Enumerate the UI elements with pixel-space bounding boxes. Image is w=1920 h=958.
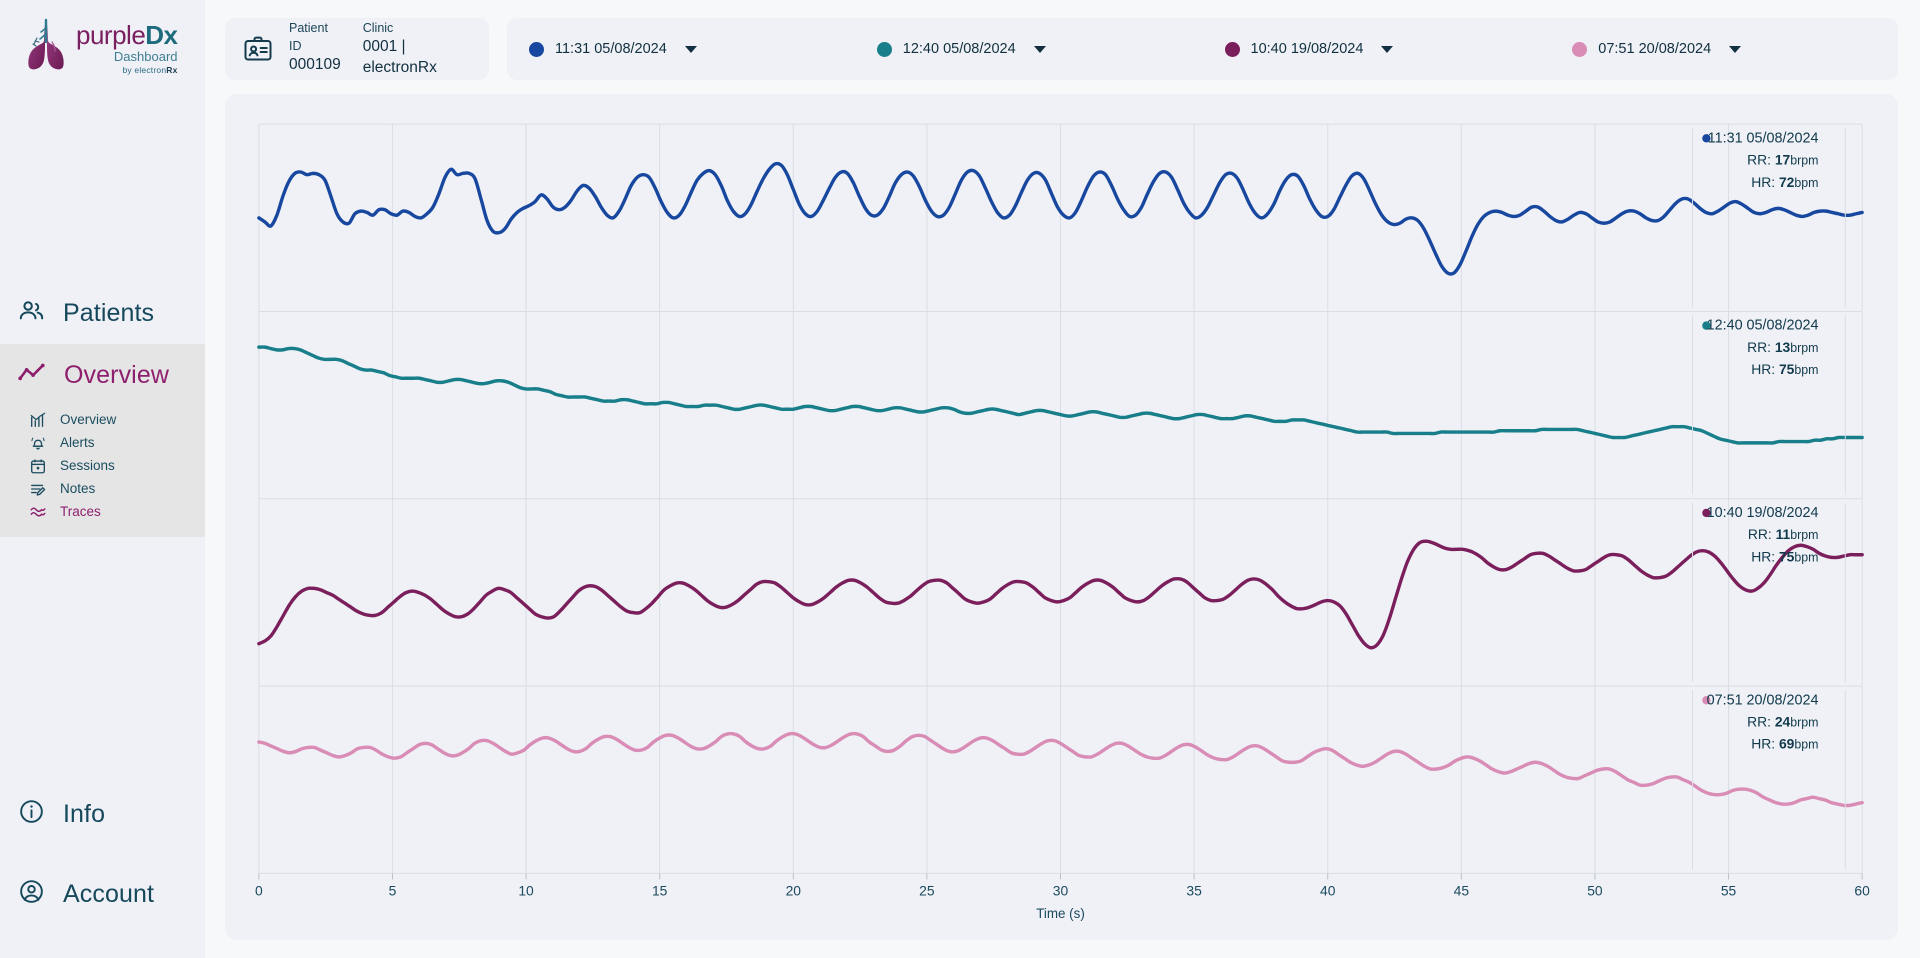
svg-text:15: 15 (652, 883, 668, 899)
people-icon (18, 297, 45, 329)
patient-info-card: Patient ID 000109 Clinic 0001 | electron… (225, 18, 489, 80)
brand-byline-pre: by electron (122, 65, 167, 76)
trend-line-icon (18, 361, 46, 390)
sidebar-subitem-sessions[interactable]: Sessions (0, 454, 205, 477)
traces-chart-panel: 11:31 05/08/2024 RR: 17brpm HR: 72bpm 12:40… (225, 94, 1898, 940)
sidebar-subitem-traces-label: Traces (60, 504, 101, 519)
clinic-label: Clinic (362, 21, 394, 36)
sidebar-item-info-label: Info (63, 799, 106, 828)
svg-text:07:51 20/08/2024: 07:51 20/08/2024 (1707, 692, 1819, 708)
brand-name-secondary: Dx (145, 20, 178, 50)
svg-text:0: 0 (255, 883, 263, 899)
sidebar-subnav: Overview Alerts Sessions Notes Traces (0, 406, 205, 537)
patient-id-field: Patient ID 000109 (289, 19, 341, 79)
bell-icon (28, 433, 47, 452)
session-selector-4-label: 07:51 20/08/2024 (1598, 41, 1712, 57)
sidebar-subitem-sessions-label: Sessions (60, 458, 115, 473)
brand-subtitle: Dashboard (113, 49, 178, 64)
patient-id-value: 000109 (289, 56, 341, 74)
session-selector-3-label: 10:40 19/08/2024 (1250, 41, 1364, 57)
notes-pencil-icon (28, 479, 47, 498)
svg-text:12:40 05/08/2024: 12:40 05/08/2024 (1707, 318, 1819, 334)
chevron-down-icon[interactable] (684, 45, 697, 53)
svg-text:RR: 17brpm: RR: 17brpm (1747, 151, 1818, 167)
id-badge-icon (243, 34, 273, 64)
sidebar-subitem-traces[interactable]: Traces (0, 500, 205, 523)
brand-name: purpleDx (76, 22, 178, 48)
svg-text:RR: 24brpm: RR: 24brpm (1747, 713, 1818, 729)
sidebar-item-account[interactable]: Account (0, 854, 205, 934)
sidebar-item-patients[interactable]: Patients (0, 282, 205, 344)
svg-text:60: 60 (1854, 883, 1870, 899)
sidebar-item-overview-label: Overview (64, 360, 169, 389)
svg-text:RR: 11brpm: RR: 11brpm (1748, 526, 1819, 542)
lungs-icon (22, 18, 70, 70)
sidebar-bottom-nav: Info Account (0, 774, 205, 958)
session-color-dot-1 (529, 41, 544, 57)
svg-text:40: 40 (1320, 883, 1336, 899)
svg-text:35: 35 (1186, 883, 1202, 899)
sidebar-group-patients: Patients (0, 282, 205, 344)
svg-text:HR: 75bpm: HR: 75bpm (1751, 361, 1818, 377)
brand-name-primary: purple (76, 20, 146, 50)
sidebar-subitem-alerts[interactable]: Alerts (0, 431, 205, 454)
sidebar: purpleDx Dashboard by electronRx Patient… (0, 0, 205, 958)
clinic-value: 0001 | electronRx (362, 38, 437, 77)
svg-text:HR: 69bpm: HR: 69bpm (1751, 736, 1818, 752)
calendar-icon (28, 456, 47, 475)
svg-text:10:40 19/08/2024: 10:40 19/08/2024 (1707, 505, 1819, 521)
sidebar-item-account-label: Account (63, 879, 155, 908)
traces-chart[interactable]: 11:31 05/08/2024 RR: 17brpm HR: 72bpm 12:40… (241, 106, 1882, 934)
session-selector-2-label: 12:40 05/08/2024 (902, 41, 1016, 57)
app-root: purpleDx Dashboard by electronRx Patient… (0, 0, 1920, 958)
session-color-dot-2 (876, 41, 892, 57)
svg-text:20: 20 (786, 883, 802, 899)
svg-text:55: 55 (1721, 883, 1737, 899)
brand-byline: by electronRx (76, 65, 178, 75)
clinic-field: Clinic 0001 | electronRx (363, 19, 467, 79)
svg-text:30: 30 (1053, 883, 1069, 899)
svg-text:50: 50 (1587, 883, 1603, 899)
patient-id-label: Patient ID (289, 21, 328, 54)
session-selector-bar: 11:31 05/08/2024 12:40 05/08/2024 10:40 … (507, 18, 1898, 80)
session-selector-4[interactable]: 07:51 20/08/2024 (1550, 41, 1898, 57)
main-content: Patient ID 000109 Clinic 0001 | electron… (205, 0, 1920, 958)
account-circle-icon (18, 878, 45, 910)
chevron-down-icon[interactable] (1729, 45, 1742, 53)
sidebar-subitem-overview[interactable]: Overview (0, 408, 205, 431)
sidebar-item-overview[interactable]: Overview (0, 344, 205, 406)
sidebar-subitem-notes[interactable]: Notes (0, 477, 205, 500)
svg-text:HR: 75bpm: HR: 75bpm (1751, 548, 1818, 564)
svg-text:45: 45 (1454, 883, 1470, 899)
svg-text:11:31 05/08/2024: 11:31 05/08/2024 (1708, 130, 1819, 146)
session-color-dot-3 (1224, 41, 1240, 57)
svg-text:5: 5 (389, 883, 397, 899)
sidebar-group-overview: Overview Overview Alerts Sessions Notes … (0, 344, 205, 537)
svg-text:HR: 72bpm: HR: 72bpm (1751, 174, 1818, 190)
waves-icon (28, 502, 47, 521)
svg-text:25: 25 (919, 883, 935, 899)
top-bar: Patient ID 000109 Clinic 0001 | electron… (225, 18, 1898, 80)
session-selector-3[interactable]: 10:40 19/08/2024 (1203, 41, 1551, 57)
info-circle-icon (18, 798, 45, 830)
chevron-down-icon[interactable] (1381, 45, 1394, 53)
sidebar-subitem-overview-label: Overview (60, 412, 117, 427)
session-selector-1-label: 11:31 05/08/2024 (555, 41, 667, 57)
session-color-dot-4 (1572, 41, 1588, 57)
chevron-down-icon[interactable] (1033, 45, 1046, 53)
bar-chart-icon (28, 410, 47, 429)
sidebar-item-info[interactable]: Info (0, 774, 205, 854)
svg-text:10: 10 (518, 883, 534, 899)
sidebar-subitem-notes-label: Notes (60, 481, 96, 496)
brand-logo[interactable]: purpleDx Dashboard by electronRx (0, 0, 205, 96)
sidebar-subitem-alerts-label: Alerts (60, 435, 95, 450)
session-selector-1[interactable]: 11:31 05/08/2024 (507, 41, 855, 57)
svg-text:RR: 13brpm: RR: 13brpm (1747, 339, 1818, 355)
session-selector-2[interactable]: 12:40 05/08/2024 (855, 41, 1203, 57)
brand-byline-bold: Rx (166, 65, 178, 76)
sidebar-item-patients-label: Patients (63, 298, 155, 327)
svg-text:Time (s): Time (s) (1036, 906, 1085, 921)
